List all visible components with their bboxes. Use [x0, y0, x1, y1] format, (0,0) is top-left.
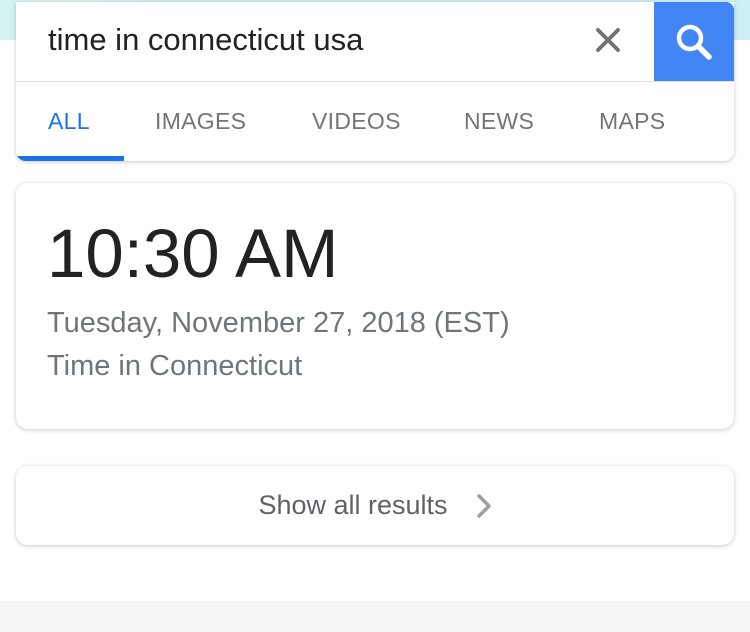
page-footer-strip	[0, 601, 750, 632]
active-tab-indicator	[16, 156, 124, 161]
search-input[interactable]: time in connecticut usa	[48, 20, 363, 60]
show-all-results-button[interactable]: Show all results	[16, 466, 734, 545]
time-location-label: Time in Connecticut	[47, 350, 303, 382]
current-time: 10:30 AM	[47, 215, 339, 292]
search-bar: time in connecticut usa	[16, 2, 734, 82]
tab-images[interactable]: IMAGES	[155, 108, 246, 135]
clear-button[interactable]	[586, 18, 630, 62]
close-icon	[596, 28, 620, 52]
time-answer-card: 10:30 AM Tuesday, November 27, 2018 (EST…	[16, 183, 734, 429]
search-tabs: ALL IMAGES VIDEOS NEWS MAPS	[16, 82, 734, 161]
tab-maps[interactable]: MAPS	[599, 108, 665, 135]
tab-all[interactable]: ALL	[48, 108, 90, 135]
search-icon	[676, 24, 712, 60]
chevron-right-icon	[476, 493, 492, 519]
search-panel: time in connecticut usa ALL IMAGES VIDEO…	[16, 2, 734, 161]
search-button[interactable]	[654, 2, 734, 81]
tab-news[interactable]: NEWS	[464, 108, 534, 135]
current-date: Tuesday, November 27, 2018 (EST)	[47, 307, 510, 339]
tab-videos[interactable]: VIDEOS	[312, 108, 401, 135]
show-all-results-label: Show all results	[258, 490, 448, 520]
